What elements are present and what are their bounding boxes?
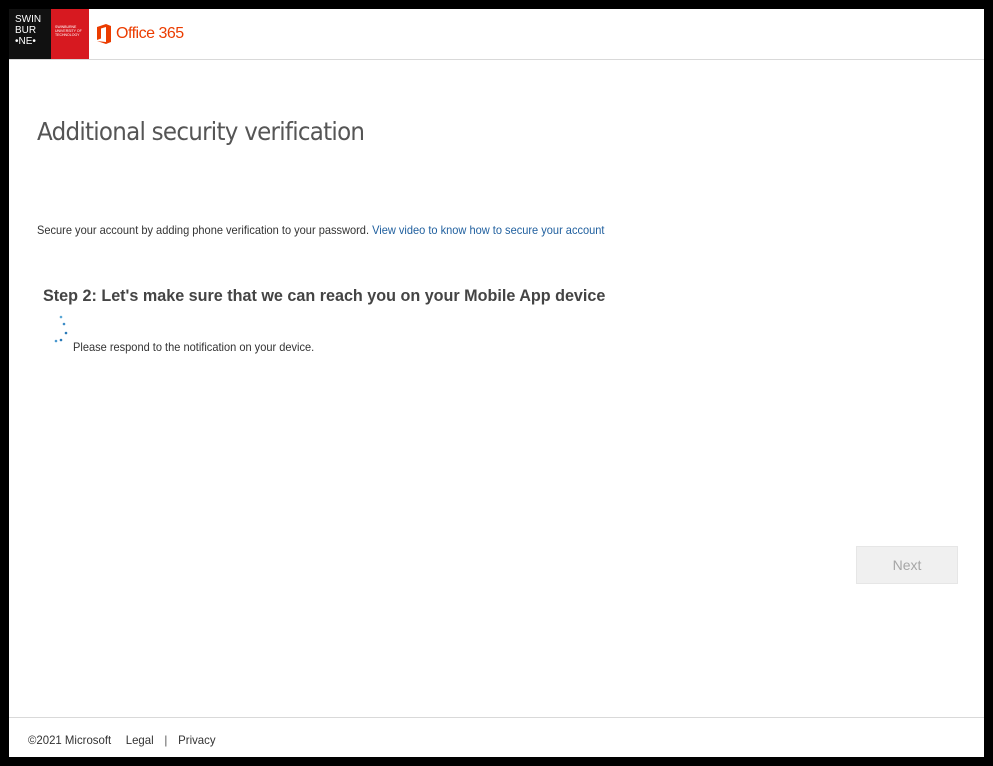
browser-frame: SWIN BUR •NE• SWINBURNE UNIVERSITY OF TE… <box>9 9 984 757</box>
footer-separator: | <box>164 733 168 747</box>
intro-text: Secure your account by adding phone veri… <box>37 223 604 237</box>
product-name: Office 365 <box>116 25 184 42</box>
next-button[interactable]: Next <box>856 546 958 584</box>
spinner-icon <box>54 315 68 343</box>
video-help-link[interactable]: View video to know how to secure your ac… <box>372 223 604 237</box>
office-logo[interactable]: Office 365 <box>97 24 184 44</box>
university-logo-subtext: SWINBURNE UNIVERSITY OF TECHNOLOGY <box>51 9 89 59</box>
office-icon <box>97 24 111 44</box>
status-text: Please respond to the notification on yo… <box>73 340 315 354</box>
intro-description: Secure your account by adding phone veri… <box>37 223 370 237</box>
footer: ©2021 Microsoft Legal | Privacy <box>9 717 984 757</box>
step-heading: Step 2: Let's make sure that we can reac… <box>43 286 606 305</box>
copyright-text: ©2021 Microsoft <box>28 733 112 747</box>
university-logo[interactable]: SWIN BUR •NE• SWINBURNE UNIVERSITY OF TE… <box>9 9 89 59</box>
university-logo-text: SWIN BUR •NE• <box>9 9 51 59</box>
page-title: Additional security verification <box>37 117 365 146</box>
header: SWIN BUR •NE• SWINBURNE UNIVERSITY OF TE… <box>9 9 984 60</box>
legal-link[interactable]: Legal <box>126 733 154 747</box>
privacy-link[interactable]: Privacy <box>178 733 215 747</box>
